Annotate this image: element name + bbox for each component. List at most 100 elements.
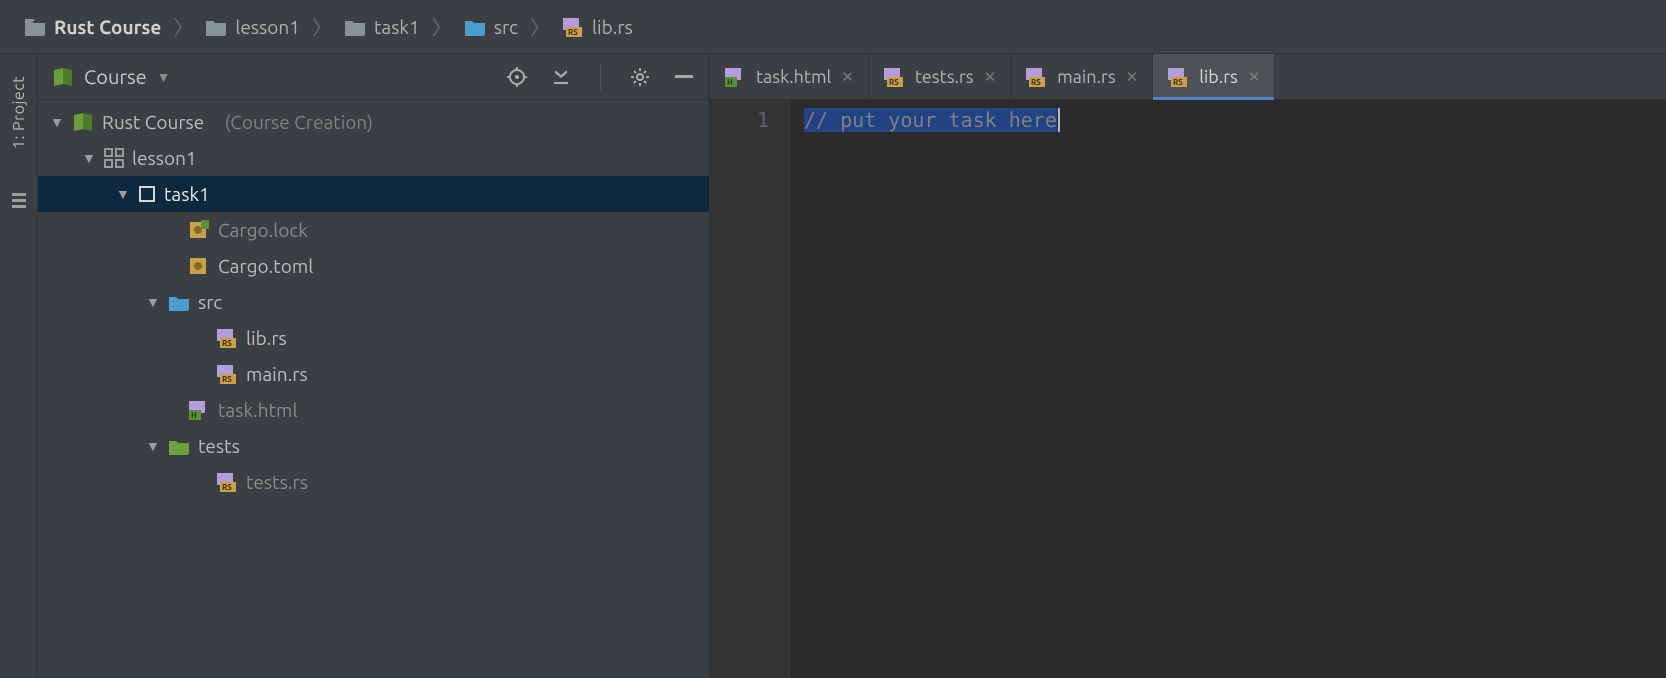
folder-icon [464,18,486,36]
breadcrumb-label: src [494,16,518,38]
folder-icon [344,18,366,36]
breadcrumb: Rust Course 〉 lesson1 〉 task1 〉 src 〉 RS… [0,0,1666,54]
editor-tabbar: H task.html ✕ RS tests.rs ✕ RS main.rs ✕… [710,54,1666,100]
svg-text:RS: RS [222,483,232,492]
tree-item-task1[interactable]: ▼ task1 [38,176,709,212]
tree-item-main-rs[interactable]: RS main.rs [38,356,709,392]
tree-label: Rust Course [102,111,204,133]
breadcrumb-label: task1 [374,16,420,38]
expand-icon[interactable]: ▼ [82,150,96,166]
breadcrumb-item-src[interactable]: src [458,12,524,42]
svg-text:RS: RS [889,78,899,87]
tab-main-rs[interactable]: RS main.rs ✕ [1011,54,1153,99]
rust-file-icon: RS [216,328,238,348]
folder-icon [168,437,190,455]
caret [1058,108,1060,132]
close-icon[interactable]: ✕ [841,68,854,86]
tab-tests-rs[interactable]: RS tests.rs ✕ [869,54,1011,99]
tab-label: tests.rs [915,67,974,87]
tree-label: src [198,291,222,313]
svg-text:RS: RS [1173,78,1183,87]
project-tool-window-button[interactable]: 1: Project [10,64,28,161]
tab-lib-rs[interactable]: RS lib.rs ✕ [1153,54,1275,99]
close-icon[interactable]: ✕ [1126,68,1139,86]
folder-icon [168,293,190,311]
tab-label: task.html [756,67,831,87]
tree-label: tests [198,435,240,457]
rust-file-icon: RS [1025,67,1047,87]
tree-label: tests.rs [246,471,308,493]
project-panel-title[interactable]: Course ▼ [52,65,496,88]
editor-area: H task.html ✕ RS tests.rs ✕ RS main.rs ✕… [710,54,1666,678]
tree-item-tests[interactable]: ▼ tests [38,428,709,464]
tree-label: lib.rs [246,327,287,349]
tab-label: main.rs [1057,67,1116,87]
chevron-right-icon: 〉 [173,12,193,41]
expand-icon[interactable]: ▼ [116,186,130,202]
tree-item-root[interactable]: ▼ Rust Course (Course Creation) [38,104,709,140]
tree-item-tests-rs[interactable]: RS tests.rs [38,464,709,500]
project-panel-header: Course ▼ [38,54,709,100]
tree-label: Cargo.lock [218,219,308,241]
rust-file-icon: RS [562,17,584,37]
chevron-down-icon: ▼ [157,69,171,85]
breadcrumb-item-lesson1[interactable]: lesson1 [199,12,306,42]
svg-text:H: H [727,78,733,87]
editor-code[interactable]: // put your task here [790,100,1666,678]
tree-item-src[interactable]: ▼ src [38,284,709,320]
svg-text:RS: RS [222,339,232,348]
close-icon[interactable]: ✕ [984,68,997,86]
tree-label: task.html [218,399,297,421]
expand-icon[interactable]: ▼ [146,294,160,310]
tree-item-cargo-lock[interactable]: Cargo.lock [38,212,709,248]
tree-item-task-html[interactable]: H task.html [38,392,709,428]
module-icon [104,148,124,168]
chevron-right-icon: 〉 [530,12,550,41]
svg-text:RS: RS [1031,78,1041,87]
tree-item-lesson1[interactable]: ▼ lesson1 [38,140,709,176]
html-file-icon: H [724,67,746,87]
svg-text:H: H [191,411,197,420]
code-text: // put your task here [804,108,1057,132]
tree-label: Cargo.toml [218,255,313,277]
gear-icon[interactable] [629,66,651,88]
svg-text:RS: RS [568,28,578,37]
lock-file-icon [188,220,210,240]
tree-label: lesson1 [132,147,197,169]
tree-label: main.rs [246,363,308,385]
folder-icon [24,18,46,36]
tree-item-lib-rs[interactable]: RS lib.rs [38,320,709,356]
rust-file-icon: RS [216,364,238,384]
hide-icon[interactable] [673,66,695,88]
rust-file-icon: RS [883,67,905,87]
breadcrumb-item-task1[interactable]: task1 [338,12,426,42]
close-icon[interactable]: ✕ [1248,68,1261,86]
panel-title-text: Course [84,65,147,88]
course-icon [72,111,94,133]
expand-all-icon[interactable] [550,66,572,88]
project-panel: Course ▼ ▼ Rust Course (Course Creation)… [38,54,710,678]
rust-file-icon: RS [216,472,238,492]
breadcrumb-label: Rust Course [54,16,161,38]
tree-item-cargo-toml[interactable]: Cargo.toml [38,248,709,284]
tree-label: task1 [164,183,210,205]
editor-body: 1 // put your task here [710,100,1666,678]
expand-icon[interactable]: ▼ [50,114,64,130]
project-tree[interactable]: ▼ Rust Course (Course Creation) ▼ lesson… [38,100,709,678]
tree-suffix: (Course Creation) [225,111,373,133]
tab-label: lib.rs [1199,67,1238,87]
bookmarks-tool-button[interactable] [10,191,28,209]
svg-text:RS: RS [222,375,232,384]
folder-icon [205,18,227,36]
toml-file-icon [188,256,210,276]
breadcrumb-label: lib.rs [592,16,633,38]
rust-file-icon: RS [1167,67,1189,87]
breadcrumb-item-file[interactable]: RS lib.rs [556,12,639,42]
locate-icon[interactable] [506,66,528,88]
line-number: 1 [710,108,769,132]
breadcrumb-item-root[interactable]: Rust Course [18,12,167,42]
task-icon [138,185,156,203]
expand-icon[interactable]: ▼ [146,438,160,454]
breadcrumb-label: lesson1 [235,16,300,38]
tab-task-html[interactable]: H task.html ✕ [710,54,869,99]
